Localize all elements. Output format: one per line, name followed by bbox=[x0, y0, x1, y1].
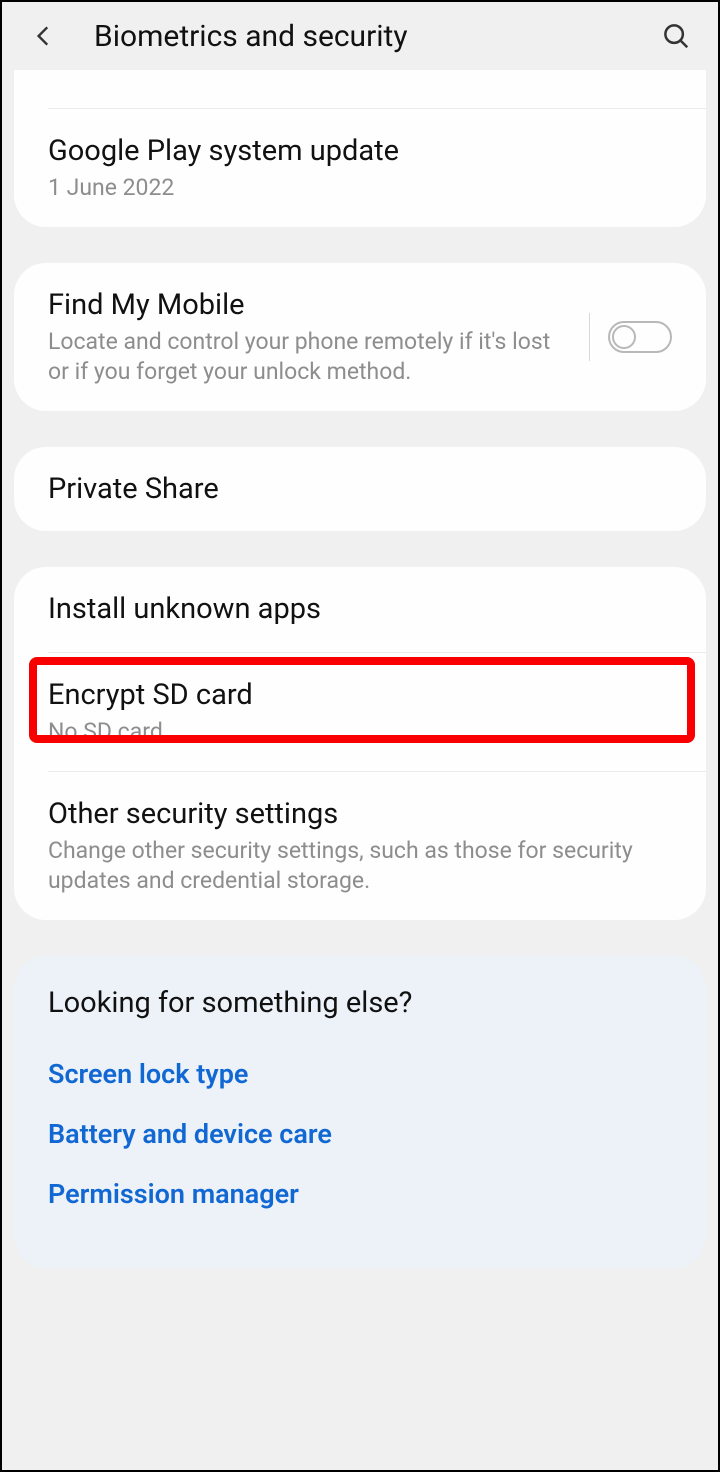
row-title: Private Share bbox=[48, 471, 672, 507]
row-title: Install unknown apps bbox=[48, 591, 672, 627]
card-updates: 1 June 2022 Google Play system update 1 … bbox=[14, 70, 706, 227]
find-my-mobile-toggle[interactable] bbox=[608, 321, 672, 353]
search-button[interactable] bbox=[654, 14, 698, 58]
link-battery-and-device-care[interactable]: Battery and device care bbox=[48, 1104, 672, 1164]
row-subtitle: Change other security settings, such as … bbox=[48, 836, 672, 896]
link-permission-manager[interactable]: Permission manager bbox=[48, 1164, 672, 1224]
panel-heading: Looking for something else? bbox=[48, 986, 672, 1020]
toggle-knob bbox=[612, 325, 636, 349]
row-other-security-settings[interactable]: Other security settings Change other sec… bbox=[14, 772, 706, 920]
card-private-share: Private Share bbox=[14, 447, 706, 531]
row-subtitle: No SD card bbox=[48, 717, 672, 747]
content-area: 1 June 2022 Google Play system update 1 … bbox=[2, 70, 718, 1268]
row-find-my-mobile[interactable]: Find My Mobile Locate and control your p… bbox=[14, 263, 706, 411]
row-install-unknown-apps[interactable]: Install unknown apps bbox=[14, 567, 706, 651]
link-screen-lock-type[interactable]: Screen lock type bbox=[48, 1044, 672, 1104]
vertical-separator bbox=[589, 313, 590, 361]
page-title: Biometrics and security bbox=[94, 19, 654, 54]
chevron-left-icon bbox=[31, 23, 57, 49]
row-subtitle: Locate and control your phone remotely i… bbox=[48, 327, 573, 387]
row-title: Other security settings bbox=[48, 796, 672, 832]
row-private-share[interactable]: Private Share bbox=[14, 447, 706, 531]
looking-for-something-else-panel: Looking for something else? Screen lock … bbox=[14, 956, 706, 1268]
row-title: Find My Mobile bbox=[48, 287, 573, 323]
row-google-play-system-update[interactable]: Google Play system update 1 June 2022 bbox=[14, 109, 706, 227]
row-encrypt-sd-card[interactable]: Encrypt SD card No SD card bbox=[14, 653, 706, 771]
row-title: Google Play system update bbox=[48, 133, 672, 169]
row-title: Encrypt SD card bbox=[48, 677, 672, 713]
partial-row-subtitle: 1 June 2022 bbox=[14, 70, 706, 108]
card-security-options: Install unknown apps Encrypt SD card No … bbox=[14, 567, 706, 919]
back-button[interactable] bbox=[22, 14, 66, 58]
card-find-my-mobile: Find My Mobile Locate and control your p… bbox=[14, 263, 706, 411]
app-header: Biometrics and security bbox=[2, 2, 718, 70]
row-subtitle: 1 June 2022 bbox=[48, 173, 672, 203]
search-icon bbox=[661, 21, 691, 51]
